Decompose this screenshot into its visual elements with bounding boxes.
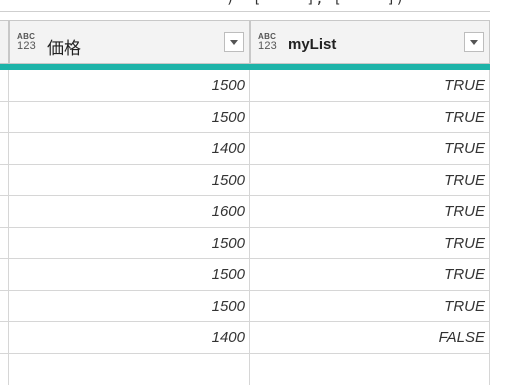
table-cell-price[interactable]: 1500 — [9, 259, 250, 290]
table-cell-price[interactable]: 1500 — [9, 102, 250, 133]
formula-bar[interactable]: ) [ ], [ ]) — [0, 0, 512, 11]
table-cell-price[interactable]: 1600 — [9, 196, 250, 227]
table-row: 1400 FALSE — [0, 322, 490, 354]
table-cell-price[interactable]: 1500 — [9, 165, 250, 196]
table-cell-mylist[interactable] — [250, 354, 490, 385]
column-header-row: ABC 123 価格 ABC 123 myList — [0, 20, 490, 64]
table-row: 1400 TRUE — [0, 133, 490, 165]
table-cell-price[interactable]: 1500 — [9, 228, 250, 259]
table-cell-mylist[interactable]: TRUE — [250, 259, 490, 290]
table-cell-mylist[interactable]: TRUE — [250, 291, 490, 322]
table-cell-price[interactable]: 1500 — [9, 70, 250, 101]
table-cell-previous[interactable] — [0, 102, 9, 133]
table-cell-previous[interactable] — [0, 354, 9, 385]
table-cell-mylist[interactable]: TRUE — [250, 102, 490, 133]
column-filter-dropdown-icon[interactable] — [464, 32, 484, 52]
table-cell-previous[interactable] — [0, 291, 9, 322]
table-cell-previous[interactable] — [0, 165, 9, 196]
table-row — [0, 354, 490, 385]
table-row: 1500 TRUE — [0, 165, 490, 197]
column-header-mylist[interactable]: ABC 123 myList — [250, 20, 490, 64]
table-body: 1500 TRUE 1500 TRUE 1400 TRUE 1500 TRUE … — [0, 70, 512, 385]
table-cell-previous[interactable] — [0, 70, 9, 101]
formula-text: ) [ ], [ ]) — [226, 0, 405, 7]
table-row: 1600 TRUE — [0, 196, 490, 228]
table-row: 1500 TRUE — [0, 70, 490, 102]
table-cell-mylist[interactable]: TRUE — [250, 196, 490, 227]
table-row: 1500 TRUE — [0, 102, 490, 134]
table-cell-previous[interactable] — [0, 259, 9, 290]
table-cell-mylist[interactable]: TRUE — [250, 133, 490, 164]
table-cell-previous[interactable] — [0, 228, 9, 259]
table-cell-mylist[interactable]: TRUE — [250, 228, 490, 259]
abc-123-type-icon[interactable]: ABC 123 — [258, 33, 280, 55]
table-cell-mylist[interactable]: TRUE — [250, 70, 490, 101]
column-header-previous[interactable] — [0, 20, 9, 64]
abc-123-type-icon[interactable]: ABC 123 — [17, 33, 39, 55]
table-cell-mylist[interactable]: TRUE — [250, 165, 490, 196]
column-header-label: 価格 — [47, 34, 81, 59]
table-cell-price[interactable] — [9, 354, 250, 385]
table-cell-previous[interactable] — [0, 196, 9, 227]
table-cell-price[interactable]: 1500 — [9, 291, 250, 322]
data-grid: ABC 123 価格 ABC 123 myList 1500 TRUE 1500… — [0, 12, 512, 352]
table-row: 1500 TRUE — [0, 259, 490, 291]
table-cell-previous[interactable] — [0, 133, 9, 164]
right-gutter — [490, 0, 512, 352]
column-header-price[interactable]: ABC 123 価格 — [9, 20, 250, 64]
table-cell-previous[interactable] — [0, 322, 9, 353]
table-row: 1500 TRUE — [0, 291, 490, 323]
table-row: 1500 TRUE — [0, 228, 490, 260]
table-cell-price[interactable]: 1400 — [9, 322, 250, 353]
column-header-label: myList — [288, 36, 336, 53]
table-cell-price[interactable]: 1400 — [9, 133, 250, 164]
table-cell-mylist[interactable]: FALSE — [250, 322, 490, 353]
column-filter-dropdown-icon[interactable] — [224, 32, 244, 52]
